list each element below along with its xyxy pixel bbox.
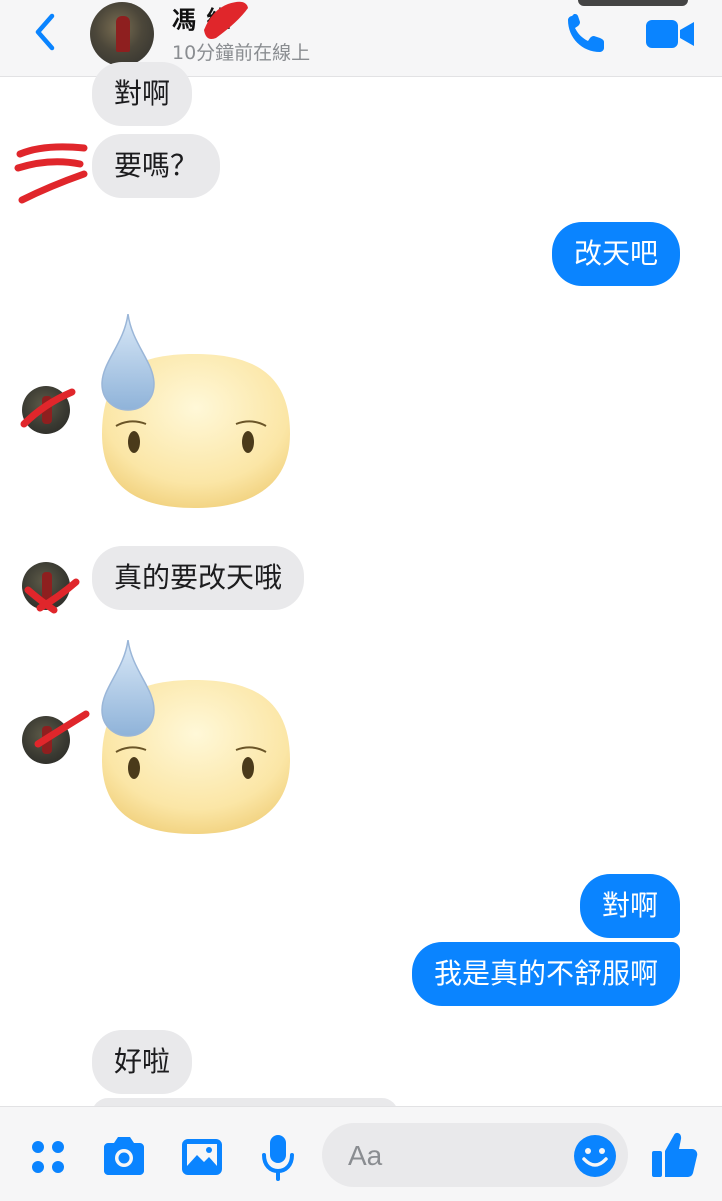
contact-avatar[interactable] xyxy=(90,2,154,66)
outgoing-message[interactable]: 對啊 xyxy=(579,874,680,938)
avatar-redaction-mark xyxy=(14,143,88,204)
menu-dots-icon[interactable] xyxy=(24,1133,72,1181)
online-status: 10分鐘前在線上 xyxy=(172,42,311,64)
composer-bar xyxy=(0,1106,722,1201)
message-input-wrapper xyxy=(322,1123,628,1187)
incoming-message[interactable]: 好啦 xyxy=(92,1030,193,1094)
sweat-face-sticker[interactable] xyxy=(94,314,294,514)
sweat-face-sticker[interactable] xyxy=(94,640,294,840)
contact-avatar-small[interactable] xyxy=(22,716,70,764)
phone-icon[interactable] xyxy=(562,10,610,58)
incoming-message[interactable]: 對啊 xyxy=(92,62,193,126)
video-camera-icon[interactable] xyxy=(644,12,696,56)
outgoing-message[interactable]: 改天吧 xyxy=(551,222,680,286)
thumbs-up-icon[interactable] xyxy=(648,1129,700,1181)
incoming-message[interactable]: 要嗎？ xyxy=(92,134,221,198)
back-chevron-icon[interactable] xyxy=(28,10,64,54)
status-pill xyxy=(578,0,688,6)
message-input[interactable] xyxy=(346,1133,570,1179)
contact-avatar-small[interactable] xyxy=(22,386,70,434)
camera-icon[interactable] xyxy=(100,1133,148,1181)
outgoing-message[interactable]: 我是真的不舒服啊 xyxy=(411,942,680,1006)
image-icon[interactable] xyxy=(178,1133,226,1181)
emoji-icon[interactable] xyxy=(572,1133,618,1179)
incoming-message[interactable]: 真的要改天哦 xyxy=(92,546,305,610)
contact-name[interactable]: 馮 維 xyxy=(172,0,231,35)
microphone-icon[interactable] xyxy=(254,1133,302,1181)
contact-avatar-small[interactable] xyxy=(22,562,70,610)
